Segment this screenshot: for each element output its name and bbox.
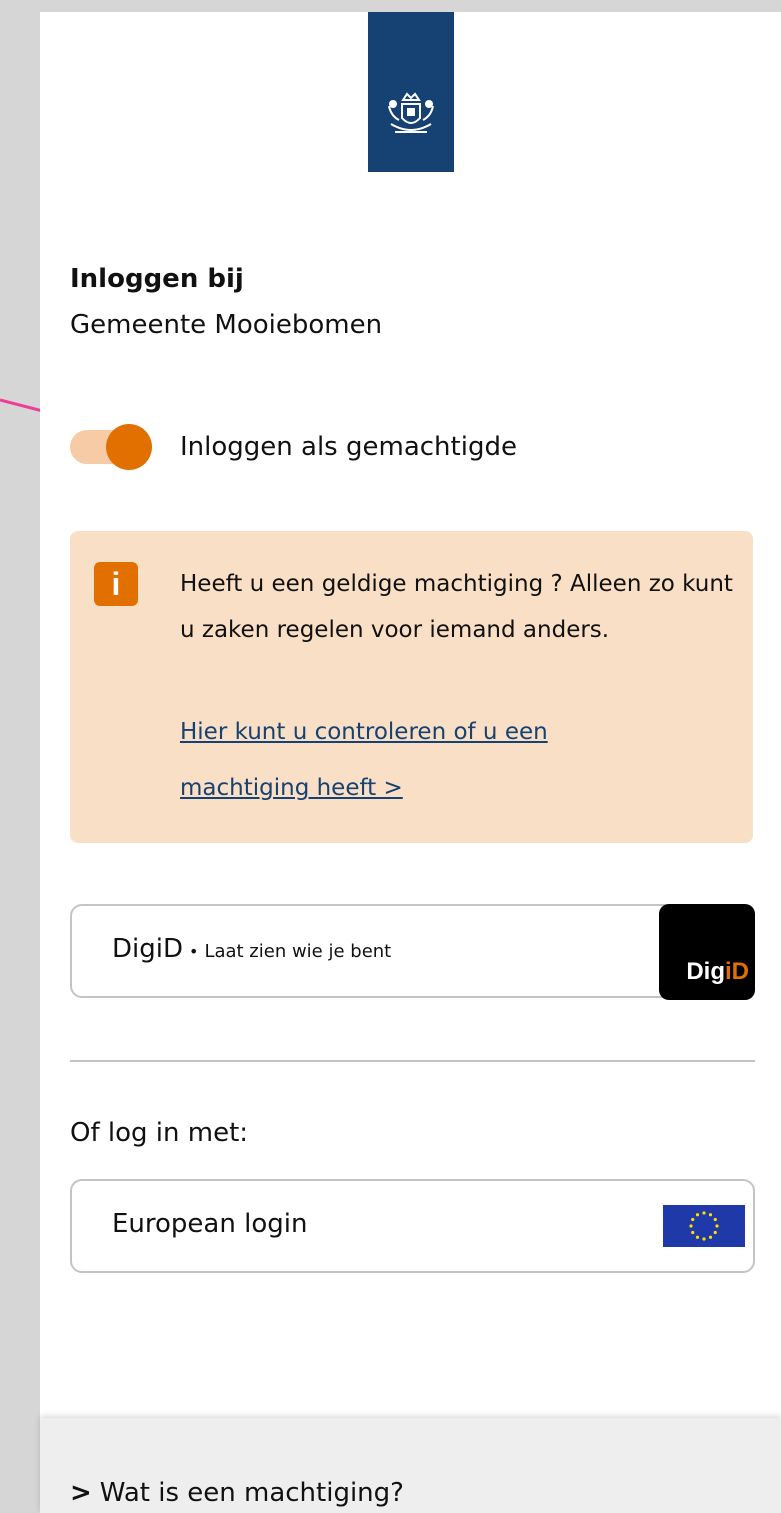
login-heading: Inloggen bij [70,264,244,294]
login-card: Inloggen bij Gemeente Mooiebomen Inlogge… [40,12,781,1418]
faq-item[interactable]: > Wat is een machtiging? [70,1478,404,1508]
digid-logo: DigiD [659,904,755,1000]
info-icon: i [94,562,138,606]
divider [70,1060,755,1062]
notice-text: Heeft u een geldige machtiging ? Alleen … [180,571,733,643]
european-login-button[interactable]: European login [70,1179,755,1273]
eu-star [695,1235,700,1239]
alternative-login-label: Of log in met: [70,1118,249,1148]
eu-star [713,1217,717,1222]
eu-star [689,1224,693,1228]
digid-logo-accent: iD [725,958,749,985]
digid-name: DigiD [112,934,183,964]
eu-star [715,1224,719,1228]
toggle-label: Inloggen als gemachtigde [180,432,517,462]
eu-star [702,1237,706,1241]
toggle-knob [106,424,152,470]
rijksoverheid-logo [368,12,454,172]
eu-star [708,1213,713,1217]
faq-footer: > Wat is een machtiging? [40,1418,781,1513]
organization-name: Gemeente Mooiebomen [70,310,383,340]
faq-item-label: Wat is een machtiging? [99,1478,404,1508]
eu-star [702,1211,706,1215]
check-authorization-link[interactable]: Hier kunt u controleren of u een machtig… [180,704,640,816]
eu-star [691,1217,695,1222]
eu-star [708,1235,713,1239]
digid-logo-main: Dig [686,958,725,985]
digid-login-button[interactable]: DigiD • Laat zien wie je bent DigiD [70,904,755,1000]
coat-of-arms-icon [388,92,434,133]
european-login-label: European login [112,1209,308,1239]
chevron-right-icon: > [70,1478,92,1508]
separator-dot: • [189,942,199,961]
authorization-notice: i Heeft u een geldige machtiging ? Allee… [70,531,753,843]
digid-label: DigiD • Laat zien wie je bent [112,934,391,964]
eu-flag-icon [663,1205,745,1247]
eu-star [691,1230,695,1235]
eu-star [695,1213,700,1217]
digid-description: Laat zien wie je bent [204,941,392,962]
authorized-toggle[interactable] [70,424,156,470]
eu-star [713,1230,717,1235]
